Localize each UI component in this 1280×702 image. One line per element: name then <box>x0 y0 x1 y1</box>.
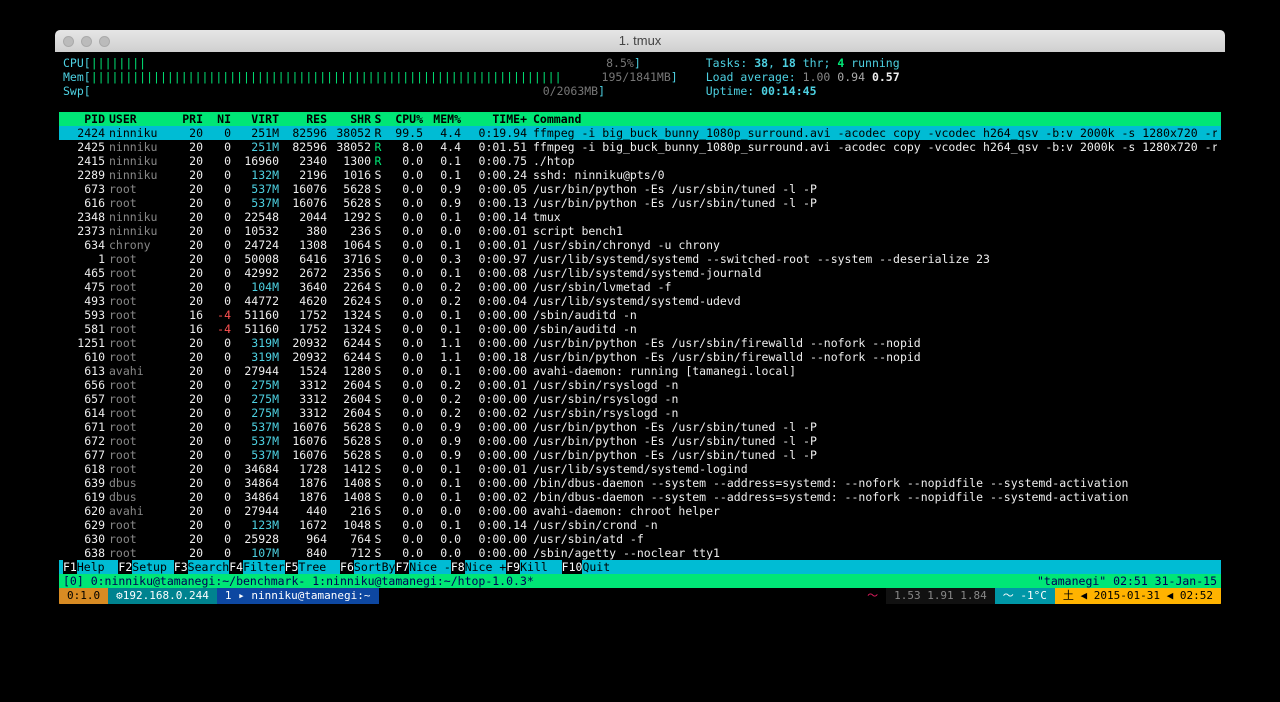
col-user[interactable]: USER <box>105 112 175 126</box>
process-row[interactable]: 634chrony2002472413081064S0.00.10:00.01/… <box>59 238 1221 252</box>
process-row[interactable]: 581root16-45116017521324S0.00.10:00.00/s… <box>59 322 1221 336</box>
fkey-label: Filter <box>243 560 285 574</box>
process-row[interactable]: 616root200537M160765628S0.00.90:00.13/us… <box>59 196 1221 210</box>
process-row[interactable]: 1251root200319M209326244S0.01.10:00.00/u… <box>59 336 1221 350</box>
process-row[interactable]: 639dbus2003486418761408S0.00.10:00.00/bi… <box>59 476 1221 490</box>
process-row[interactable]: 620avahi20027944440216S0.00.00:00.00avah… <box>59 504 1221 518</box>
process-row[interactable]: 2425ninniku200251M8259638052R8.04.40:01.… <box>59 140 1221 154</box>
fkey-label: Setup <box>132 560 174 574</box>
process-row[interactable]: 657root200275M33122604S0.00.20:00.00/usr… <box>59 392 1221 406</box>
fkey-f2[interactable]: F2 <box>118 560 132 574</box>
col-pri[interactable]: PRI <box>175 112 203 126</box>
tmux-status-bar: [0] 0:ninniku@tamanegi:~/benchmark- 1:ni… <box>59 574 1221 588</box>
left-meters: CPU[||||||||8.5%] Mem[||||||||||||||||||… <box>59 56 678 98</box>
prompt-temp: 〜 -1°C <box>995 588 1055 604</box>
fkey-f10[interactable]: F10 <box>562 560 583 574</box>
tmux-status-right: "tamanegi" 02:51 31-Jan-15 <box>1037 574 1217 588</box>
swp-value: 0/2063MB <box>543 84 598 98</box>
prompt-loads: 1.53 1.91 1.84 <box>886 588 995 604</box>
process-row[interactable]: 2289ninniku200132M21961016S0.00.10:00.24… <box>59 168 1221 182</box>
window-title: 1. tmux <box>55 34 1225 48</box>
fkey-label: Quit <box>582 560 624 574</box>
process-row[interactable]: 671root200537M160765628S0.00.90:00.00/us… <box>59 420 1221 434</box>
fkey-f1[interactable]: F1 <box>63 560 77 574</box>
prompt-seg-path: 1 ▸ ninniku@tamanegi:~ <box>217 588 379 604</box>
swp-label: Swp <box>63 84 84 98</box>
fkey-label: Search <box>188 560 230 574</box>
process-row[interactable]: 656root200275M33122604S0.00.20:00.01/usr… <box>59 378 1221 392</box>
cpu-meter: CPU[||||||||8.5%] <box>63 56 678 70</box>
process-row[interactable]: 2348ninniku2002254820441292S0.00.10:00.1… <box>59 210 1221 224</box>
process-row[interactable]: 493root2004477246202624S0.00.20:00.04/us… <box>59 294 1221 308</box>
fkey-label: SortBy <box>354 560 396 574</box>
fkey-f3[interactable]: F3 <box>174 560 188 574</box>
fkey-label: Tree <box>298 560 340 574</box>
uptime-label: Uptime: <box>706 84 761 98</box>
col-virt[interactable]: VIRT <box>231 112 279 126</box>
col-command[interactable]: Command <box>527 112 1217 126</box>
process-row[interactable]: 619dbus2003486418761408S0.00.10:00.02/bi… <box>59 490 1221 504</box>
fkey-label: Nice - <box>409 560 451 574</box>
tmux-status-left: [0] 0:ninniku@tamanegi:~/benchmark- 1:ni… <box>63 574 534 588</box>
fkey-f7[interactable]: F7 <box>395 560 409 574</box>
process-row[interactable]: 593root16-45116017521324S0.00.10:00.00/s… <box>59 308 1221 322</box>
meters-area: CPU[||||||||8.5%] Mem[||||||||||||||||||… <box>59 56 1221 98</box>
prompt-bar[interactable]: 0:1.0 ⚙192.168.0.244 1 ▸ ninniku@tamaneg… <box>59 588 1221 604</box>
col-s[interactable]: S <box>371 112 385 126</box>
process-header[interactable]: PID USER PRI NI VIRT RES SHR S CPU% MEM%… <box>59 112 1221 126</box>
tasks-label: Tasks: <box>706 56 754 70</box>
process-row[interactable]: 2424ninniku200251M8259638052R99.54.40:19… <box>59 126 1221 140</box>
fkey-f5[interactable]: F5 <box>285 560 299 574</box>
fkey-f6[interactable]: F6 <box>340 560 354 574</box>
cpu-value: 8.5% <box>606 56 634 70</box>
col-mem[interactable]: MEM% <box>423 112 461 126</box>
process-row[interactable]: 613avahi2002794415241280S0.00.10:00.00av… <box>59 364 1221 378</box>
fkey-bar: F1Help F2Setup F3SearchF4FilterF5Tree F6… <box>59 560 1221 574</box>
process-row[interactable]: 677root200537M160765628S0.00.90:00.00/us… <box>59 448 1221 462</box>
prompt-tilde: 〜 <box>859 588 886 604</box>
swp-meter: Swp[0/2063MB] <box>63 84 678 98</box>
mem-meter: Mem[||||||||||||||||||||||||||||||||||||… <box>63 70 678 84</box>
process-row[interactable]: 618root2003468417281412S0.00.10:00.01/us… <box>59 462 1221 476</box>
uptime-value: 00:14:45 <box>761 84 816 98</box>
col-pid[interactable]: PID <box>63 112 105 126</box>
process-row[interactable]: 465root2004299226722356S0.00.10:00.08/us… <box>59 266 1221 280</box>
process-row[interactable]: 638root200107M840712S0.00.00:00.00/sbin/… <box>59 546 1221 560</box>
col-res[interactable]: RES <box>279 112 327 126</box>
process-row[interactable]: 672root200537M160765628S0.00.90:00.00/us… <box>59 434 1221 448</box>
col-ni[interactable]: NI <box>203 112 231 126</box>
process-row[interactable]: 614root200275M33122604S0.00.20:00.02/usr… <box>59 406 1221 420</box>
fkey-f4[interactable]: F4 <box>229 560 243 574</box>
cpu-label: CPU <box>63 56 84 70</box>
mem-label: Mem <box>63 70 84 84</box>
process-row[interactable]: 2373ninniku20010532380236S0.00.00:00.01s… <box>59 224 1221 238</box>
terminal-body[interactable]: CPU[||||||||8.5%] Mem[||||||||||||||||||… <box>55 52 1225 604</box>
terminal-window: 1. tmux CPU[||||||||8.5%] Mem[||||||||||… <box>55 30 1225 604</box>
process-row[interactable]: 610root200319M209326244S0.01.10:00.18/us… <box>59 350 1221 364</box>
prompt-seg-ip: ⚙192.168.0.244 <box>108 588 217 604</box>
process-row[interactable]: 673root200537M160765628S0.00.90:00.05/us… <box>59 182 1221 196</box>
cpu-bar: |||||||| <box>91 56 146 70</box>
right-meters: Tasks: 38, 18 thr; 4 running Load averag… <box>706 56 900 98</box>
prompt-seg-session: 0:1.0 <box>59 588 108 604</box>
col-cpu[interactable]: CPU% <box>385 112 423 126</box>
process-row[interactable]: 2415ninniku2001696023401300R0.00.10:00.7… <box>59 154 1221 168</box>
mem-bar: ||||||||||||||||||||||||||||||||||||||||… <box>91 70 562 84</box>
col-time[interactable]: TIME+ <box>461 112 527 126</box>
process-row[interactable]: 630root20025928964764S0.00.00:00.00/usr/… <box>59 532 1221 546</box>
process-row[interactable]: 475root200104M36402264S0.00.20:00.00/usr… <box>59 280 1221 294</box>
col-shr[interactable]: SHR <box>327 112 371 126</box>
process-row[interactable]: 1root2005000864163716S0.00.30:00.97/usr/… <box>59 252 1221 266</box>
fkey-label: Nice + <box>465 560 507 574</box>
fkey-f8[interactable]: F8 <box>451 560 465 574</box>
fkey-label: Help <box>77 560 119 574</box>
load-label: Load average: <box>706 70 803 84</box>
process-row[interactable]: 629root200123M16721048S0.00.10:00.14/usr… <box>59 518 1221 532</box>
process-list[interactable]: 2424ninniku200251M8259638052R99.54.40:19… <box>59 126 1221 560</box>
prompt-date: 土 ◀ 2015-01-31 ◀ 02:52 <box>1055 588 1221 604</box>
titlebar[interactable]: 1. tmux <box>55 30 1225 52</box>
mem-value: 195/1841MB <box>602 70 671 84</box>
fkey-label: Kill <box>520 560 562 574</box>
fkey-f9[interactable]: F9 <box>506 560 520 574</box>
